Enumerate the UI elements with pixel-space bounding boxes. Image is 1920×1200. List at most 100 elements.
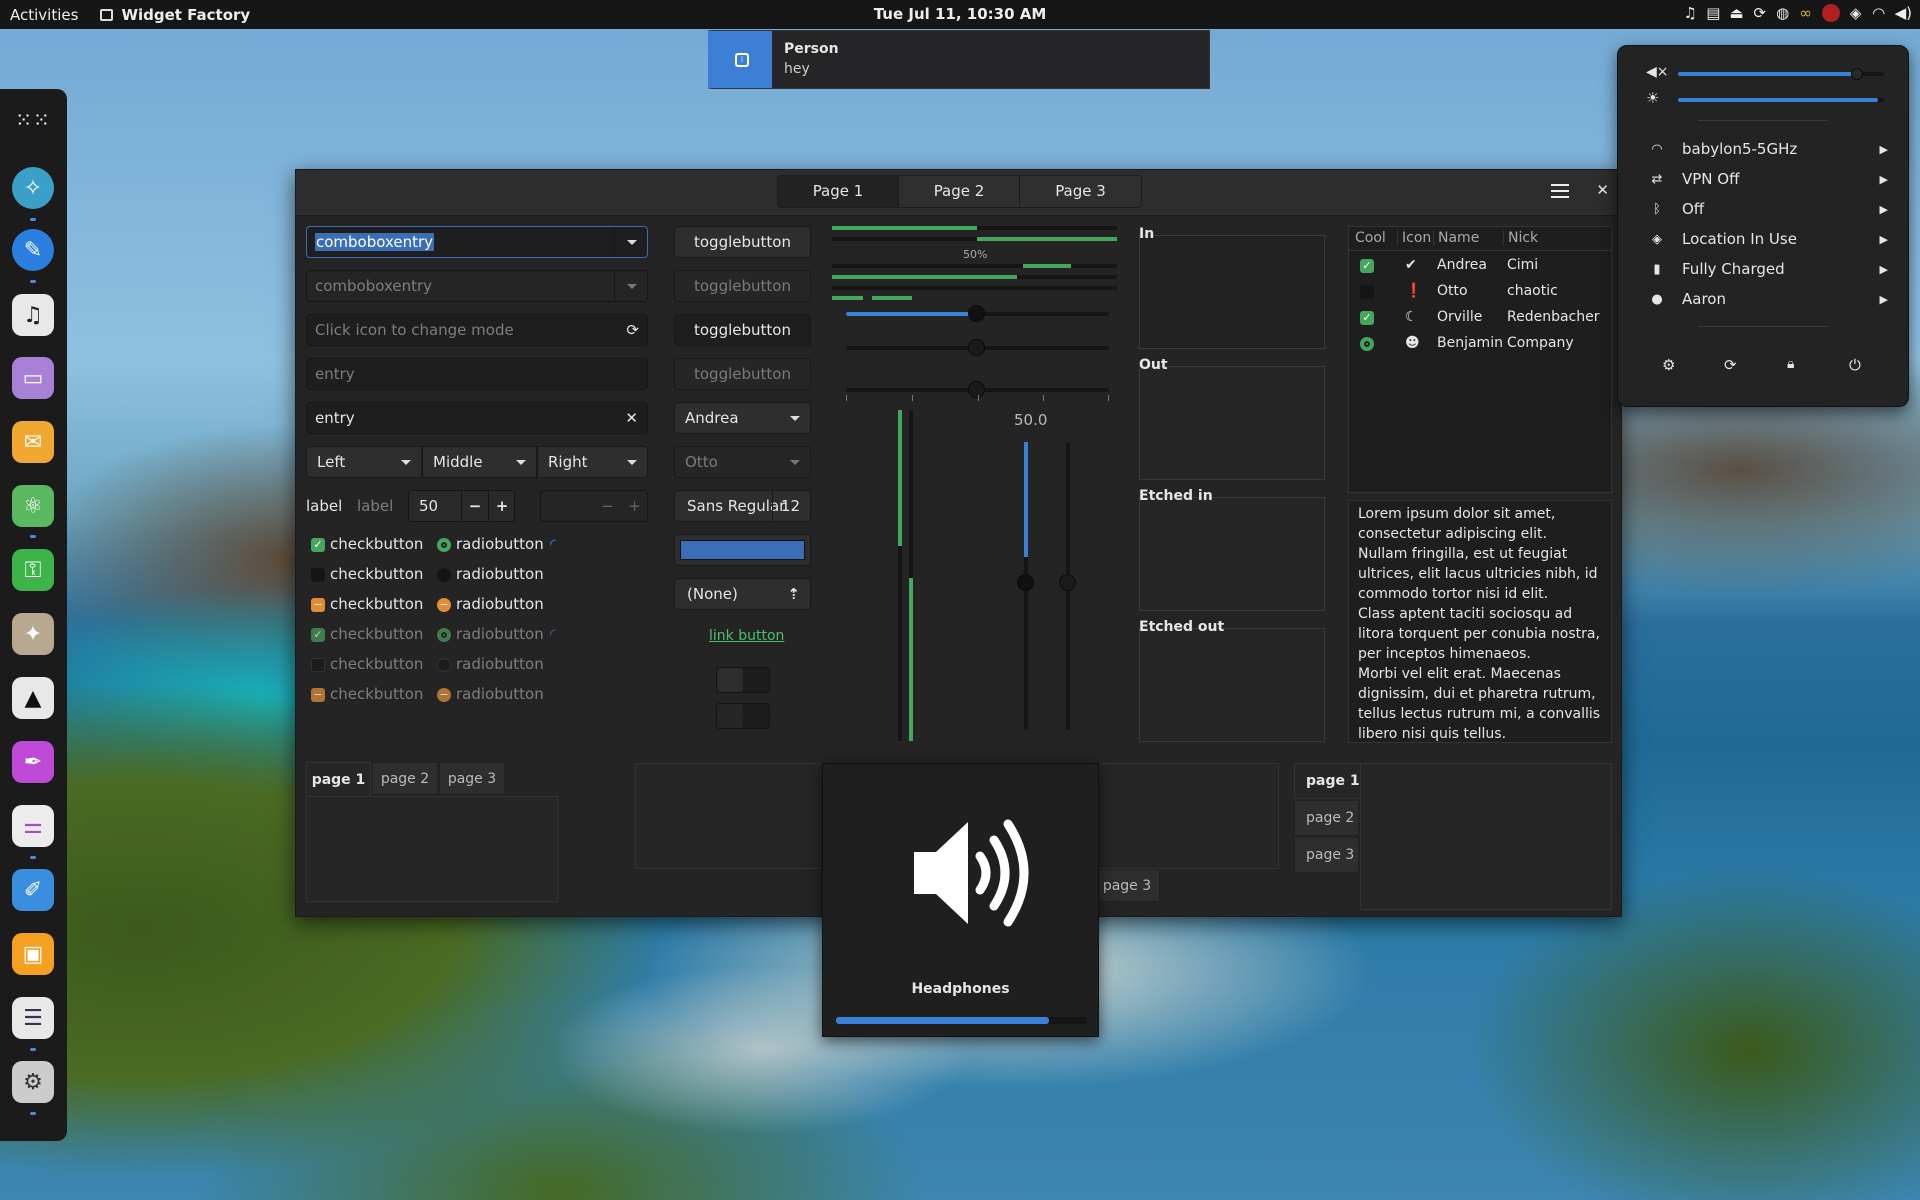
combo-right[interactable]: Right xyxy=(537,446,648,478)
tree-check[interactable] xyxy=(1360,285,1374,299)
combobox-entry-disabled[interactable]: comboboxentry xyxy=(306,270,648,302)
notebook-side-tab-3[interactable]: page 3 xyxy=(1294,837,1359,873)
location-icon[interactable]: ◈ xyxy=(1849,4,1863,22)
plain-entry[interactable]: entry xyxy=(306,358,648,390)
scale-knob[interactable] xyxy=(968,305,985,322)
avatar-icon[interactable] xyxy=(1821,4,1840,22)
volume-icon[interactable]: ◀) xyxy=(1895,4,1912,22)
menu-item-user[interactable]: ● Aaron ▶ xyxy=(1648,290,1888,308)
combo-left[interactable]: Left xyxy=(306,446,422,478)
spin-button-disabled[interactable]: − + xyxy=(540,490,648,522)
checkbox-checked[interactable]: ✓ xyxy=(311,538,325,552)
clipboard-icon[interactable]: ▤ xyxy=(1706,4,1720,22)
notebook-tab-1[interactable]: page 1 xyxy=(306,762,371,796)
column-cool[interactable]: Cool xyxy=(1355,230,1386,246)
menu-item-vpn[interactable]: ⇄ VPN Off ▶ xyxy=(1648,170,1888,188)
checkbox-unchecked-disabled[interactable] xyxy=(311,658,325,672)
eject-icon[interactable]: ⏏ xyxy=(1729,4,1743,22)
tree-check[interactable]: ✓ xyxy=(1360,259,1374,273)
notebook-side-tab-1[interactable]: page 1 xyxy=(1294,763,1360,799)
tree-radio[interactable] xyxy=(1360,337,1374,351)
atom-icon[interactable]: ⚛ xyxy=(12,485,54,527)
refresh-icon[interactable]: ⟳ xyxy=(1753,4,1767,22)
tab-page-1[interactable]: Page 1 xyxy=(778,176,899,207)
browser-icon[interactable]: ✧ xyxy=(12,167,54,209)
inkscape-icon[interactable]: ▲ xyxy=(12,677,54,719)
plus-icon[interactable]: + xyxy=(488,491,515,521)
volume-slider-knob[interactable] xyxy=(1851,68,1863,80)
file-chooser-button[interactable]: (None) ⇡ xyxy=(674,578,811,610)
tree-check[interactable]: ✓ xyxy=(1360,311,1374,325)
drawing-icon[interactable]: ✐ xyxy=(12,869,54,911)
combobox-entry-focused[interactable]: comboboxentry xyxy=(306,226,648,258)
menu-item-location[interactable]: ◈ Location In Use ▶ xyxy=(1648,230,1888,248)
gimp-icon[interactable]: ✦ xyxy=(12,613,54,655)
package-icon[interactable]: ▣ xyxy=(12,933,54,975)
link-button[interactable]: link button xyxy=(709,628,784,644)
scale-knob[interactable] xyxy=(1017,574,1034,591)
column-icon[interactable]: Icon xyxy=(1397,230,1431,246)
toggle-button-active-disabled[interactable]: togglebutton xyxy=(674,358,811,390)
toggle-button-disabled[interactable]: togglebutton xyxy=(674,270,811,302)
checkbox-unchecked[interactable] xyxy=(311,568,325,582)
toggle-button[interactable]: togglebutton xyxy=(674,226,811,258)
activities-button[interactable]: Activities xyxy=(10,6,78,24)
clear-icon[interactable]: ✕ xyxy=(625,403,638,433)
notebook-side-tab-2[interactable]: page 2 xyxy=(1294,800,1359,836)
radio-mixed[interactable]: − xyxy=(437,598,451,612)
checkbox-mixed-disabled[interactable]: − xyxy=(311,688,325,702)
radio-selected[interactable] xyxy=(437,538,451,552)
menu-item-wifi[interactable]: ◠ babylon5-5GHz ▶ xyxy=(1648,140,1888,158)
toggle-button-active[interactable]: togglebutton xyxy=(674,314,811,346)
files-icon[interactable]: ▭ xyxy=(12,357,54,399)
notification-banner[interactable]: i Person hey xyxy=(708,30,1210,89)
plus-icon[interactable]: + xyxy=(621,491,648,521)
checkbox-checked-disabled[interactable]: ✓ xyxy=(311,628,325,642)
combo-middle[interactable]: Middle xyxy=(422,446,537,478)
combo-dropdown-button-disabled[interactable] xyxy=(614,271,647,301)
app-menu[interactable]: Widget Factory xyxy=(100,6,250,24)
checkbox-mixed[interactable]: − xyxy=(311,598,325,612)
switch-off-disabled[interactable] xyxy=(716,703,770,729)
minus-icon[interactable]: − xyxy=(461,491,488,521)
combo-andrea[interactable]: Andrea xyxy=(674,402,811,434)
power-icon[interactable]: ⏻ xyxy=(1849,356,1861,374)
lock-icon[interactable]: 🔒︎ xyxy=(1787,356,1794,372)
notebook-tab-3-bottom[interactable]: page 3 xyxy=(1094,869,1160,902)
refresh-mode-icon[interactable]: ⟳ xyxy=(626,315,639,345)
color-picker-icon[interactable]: ✒ xyxy=(12,741,54,783)
color-button[interactable] xyxy=(674,534,811,566)
editor-icon[interactable]: ☰ xyxy=(12,997,54,1039)
hedgehog-app-icon[interactable]: ✎ xyxy=(12,229,54,271)
spin-button[interactable]: 50 − + xyxy=(408,490,515,522)
icon-entry[interactable]: Click icon to change mode ⟳ xyxy=(306,314,648,346)
chain-icon[interactable]: ∞ xyxy=(1799,4,1813,22)
font-button[interactable]: Sans Regular 12 xyxy=(674,490,811,522)
radio-mixed-disabled[interactable]: − xyxy=(437,688,451,702)
radio-unselected-disabled[interactable] xyxy=(437,658,451,672)
menu-item-bluetooth[interactable]: ᛒ Off ▶ xyxy=(1648,200,1888,218)
tab-page-3[interactable]: Page 3 xyxy=(1020,176,1141,207)
text-view[interactable]: Lorem ipsum dolor sit amet, consectetur … xyxy=(1348,500,1612,743)
brightness-slider[interactable] xyxy=(1678,98,1884,102)
combo-otto-disabled[interactable]: Otto xyxy=(674,446,811,478)
settings-app-icon[interactable]: ⚙ xyxy=(12,1061,54,1103)
app-grid-icon[interactable]: ⁙⁙ xyxy=(12,99,54,141)
column-nick[interactable]: Nick xyxy=(1503,230,1538,246)
scale-knob[interactable] xyxy=(1059,574,1076,591)
settings-icon[interactable]: ⚙ xyxy=(1662,356,1675,374)
clock[interactable]: Tue Jul 11, 10:30 AM xyxy=(0,5,1920,23)
tab-page-2[interactable]: Page 2 xyxy=(899,176,1020,207)
column-name[interactable]: Name xyxy=(1433,230,1479,246)
system-tray[interactable]: ♫ ▤ ⏏ ⟳ ◍ ∞ ◈ ◠ ◀) xyxy=(1683,4,1912,22)
close-icon[interactable]: ✕ xyxy=(1596,181,1609,199)
wifi-icon[interactable]: ◠ xyxy=(1872,4,1886,22)
music-app-icon[interactable]: ♫ xyxy=(12,294,54,336)
key-app-icon[interactable]: ⚿ xyxy=(12,549,54,591)
notebook-tab-3[interactable]: page 3 xyxy=(439,762,505,795)
switch-off[interactable] xyxy=(716,667,770,693)
combo-dropdown-button[interactable] xyxy=(614,227,647,257)
scale-knob[interactable] xyxy=(968,339,985,356)
refresh-icon[interactable]: ⟳ xyxy=(1724,356,1737,374)
hamburger-menu-icon[interactable] xyxy=(1551,184,1569,200)
